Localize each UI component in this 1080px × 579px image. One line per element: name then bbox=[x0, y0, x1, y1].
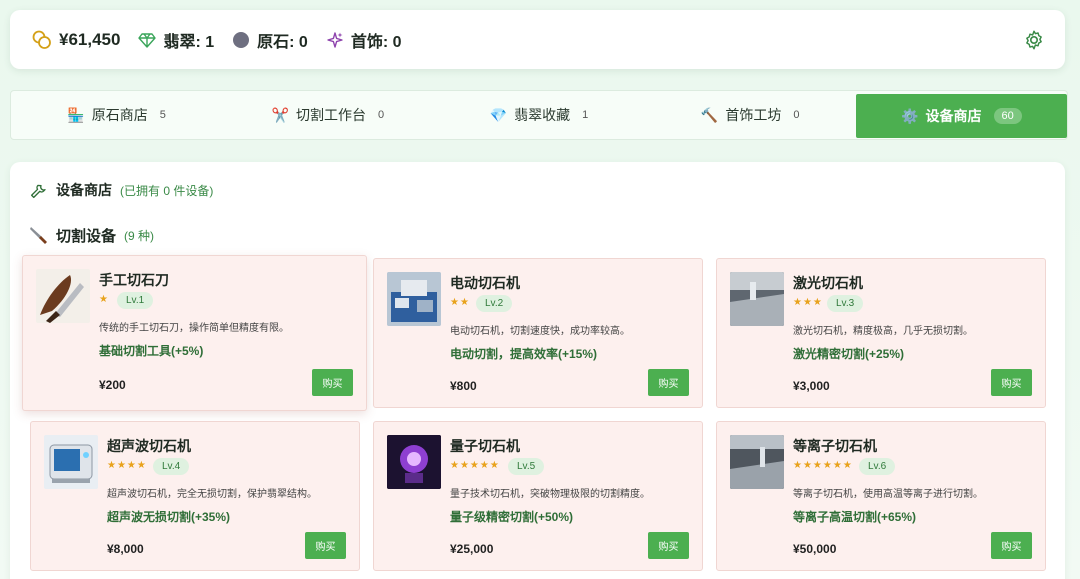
equipment-price: ¥200 bbox=[99, 378, 126, 392]
equipment-effect: 超声波无损切割(+35%) bbox=[107, 510, 231, 524]
equipment-description: 量子技术切石机，突破物理极限的切割精度。 bbox=[450, 489, 650, 500]
equipment-name: 超声波切石机 bbox=[107, 438, 191, 454]
equipment-price: ¥3,000 bbox=[793, 379, 830, 393]
equipment-effect: 量子级精密切割(+50%) bbox=[450, 510, 574, 524]
equipment-name: 量子切石机 bbox=[450, 438, 520, 454]
equipment-name: 激光切石机 bbox=[793, 275, 863, 291]
jewelry-count: 首饰: 0 bbox=[350, 33, 402, 51]
tab-jade-collection[interactable]: 💎 翡翠收藏 1 bbox=[433, 91, 644, 139]
equipment-card: 量子切石机 ★★★★★ Lv.5 量子技术切石机，突破物理极限的切割精度。 量子… bbox=[373, 421, 703, 571]
raw-stone-count: 原石: 0 bbox=[257, 33, 308, 51]
level-badge: Lv.1 bbox=[117, 292, 154, 309]
sparkle-icon bbox=[327, 31, 343, 48]
hammer-icon: 🔨 bbox=[700, 106, 719, 123]
jade-stat: 翡翠: 1 bbox=[138, 28, 214, 52]
tab-label: 设备商店 bbox=[925, 108, 982, 124]
owned-count: (已拥有 0 件设备) bbox=[120, 183, 214, 198]
equipment-price: ¥50,000 bbox=[793, 542, 837, 556]
buy-button[interactable]: 购买 bbox=[991, 369, 1032, 396]
tab-count: 60 bbox=[993, 108, 1022, 124]
tab-count: 0 bbox=[377, 109, 385, 121]
level-badge: Lv.4 bbox=[153, 458, 190, 475]
equipment-name: 手工切石刀 bbox=[99, 272, 169, 288]
equipment-description: 等离子切石机，使用高温等离子进行切割。 bbox=[793, 489, 983, 500]
buy-button[interactable]: 购买 bbox=[648, 369, 689, 396]
equipment-card: 电动切石机 ★★ Lv.2 电动切石机，切割速度快，成功率较高。 电动切割，提高… bbox=[373, 258, 703, 408]
jewelry-stat: 首饰: 0 bbox=[326, 28, 402, 52]
money-stat: ¥61,450 bbox=[32, 30, 120, 50]
stone-icon bbox=[233, 31, 250, 48]
rating-stars: ★★★ bbox=[793, 297, 823, 308]
section-header: 切割设备 (9 种) bbox=[28, 224, 154, 246]
raw-stone-stat: 原石: 0 bbox=[232, 28, 308, 52]
settings-button[interactable] bbox=[1023, 29, 1045, 51]
rating-stars: ★ bbox=[99, 294, 109, 305]
jade-count: 翡翠: 1 bbox=[163, 33, 215, 51]
gear-icon: ⚙️ bbox=[901, 107, 919, 124]
tab-stone-shop[interactable]: 🏪 原石商店 5 bbox=[11, 91, 222, 139]
level-badge: Lv.6 bbox=[859, 458, 896, 475]
equipment-shop-panel: 设备商店 (已拥有 0 件设备) 切割设备 (9 种) 手工切石刀 ★ Lv.1… bbox=[10, 162, 1065, 579]
ultrasonic-cutter-image bbox=[44, 435, 98, 489]
knife-icon bbox=[30, 227, 47, 244]
equipment-effect: 等离子高温切割(+65%) bbox=[793, 510, 917, 524]
equipment-effect: 激光精密切割(+25%) bbox=[793, 347, 905, 361]
section-title: 切割设备 bbox=[56, 227, 117, 245]
electric-cutter-image bbox=[387, 272, 441, 326]
level-badge: Lv.3 bbox=[827, 295, 864, 312]
rating-stars: ★★★★★★ bbox=[793, 460, 853, 471]
level-badge: Lv.5 bbox=[508, 458, 545, 475]
buy-button[interactable]: 购买 bbox=[648, 532, 689, 559]
buy-button[interactable]: 购买 bbox=[312, 369, 353, 396]
quantum-cutter-image bbox=[387, 435, 441, 489]
buy-button[interactable]: 购买 bbox=[991, 532, 1032, 559]
manual-knife-image bbox=[36, 269, 90, 323]
equipment-description: 电动切石机，切割速度快，成功率较高。 bbox=[450, 326, 630, 337]
equipment-card: 超声波切石机 ★★★★ Lv.4 超声波切石机，完全无损切割，保护翡翠结构。 超… bbox=[30, 421, 360, 571]
equipment-effect: 基础切割工具(+5%) bbox=[99, 344, 204, 358]
stats-bar: ¥61,450 翡翠: 1 原石: 0 首饰: 0 bbox=[10, 10, 1065, 69]
tab-equipment-shop[interactable]: ⚙️ 设备商店 60 bbox=[855, 94, 1068, 138]
jade-gem-icon bbox=[138, 32, 157, 48]
tab-label: 翡翠收藏 bbox=[514, 107, 571, 123]
tab-count: 1 bbox=[582, 109, 589, 121]
rating-stars: ★★★★ bbox=[107, 460, 147, 471]
rating-stars: ★★★★★ bbox=[450, 460, 500, 471]
plasma-cutter-image bbox=[730, 435, 784, 489]
equipment-card: 手工切石刀 ★ Lv.1 传统的手工切石刀，操作简单但精度有限。 基础切割工具(… bbox=[22, 255, 367, 411]
tab-label: 原石商店 bbox=[91, 107, 148, 123]
equipment-effect: 电动切割，提高效率(+15%) bbox=[450, 347, 598, 361]
equipment-description: 超声波切石机，完全无损切割，保护翡翠结构。 bbox=[107, 489, 317, 500]
equipment-price: ¥8,000 bbox=[107, 542, 144, 556]
tab-label: 切割工作台 bbox=[295, 107, 366, 123]
shop-icon: 🏪 bbox=[67, 106, 85, 123]
equipment-description: 激光切石机，精度极高，几乎无损切割。 bbox=[793, 326, 973, 337]
tab-count: 5 bbox=[159, 109, 166, 121]
money-value: ¥61,450 bbox=[59, 29, 121, 49]
gem-icon: 💎 bbox=[489, 106, 508, 123]
wrench-icon bbox=[30, 184, 46, 199]
tab-count: 0 bbox=[793, 109, 800, 121]
equipment-price: ¥25,000 bbox=[450, 542, 494, 556]
equipment-description: 传统的手工切石刀，操作简单但精度有限。 bbox=[99, 323, 289, 334]
rating-stars: ★★ bbox=[450, 297, 470, 308]
scissors-icon: ✂️ bbox=[271, 106, 289, 123]
main-tabs: 🏪 原石商店 5 ✂️ 切割工作台 0 💎 翡翠收藏 1 🔨 首饰工坊 0 ⚙️… bbox=[10, 90, 1068, 140]
equipment-card: 激光切石机 ★★★ Lv.3 激光切石机，精度极高，几乎无损切割。 激光精密切割… bbox=[716, 258, 1046, 408]
equipment-card: 等离子切石机 ★★★★★★ Lv.6 等离子切石机，使用高温等离子进行切割。 等… bbox=[716, 421, 1046, 571]
laser-cutter-image bbox=[730, 272, 784, 326]
level-badge: Lv.2 bbox=[476, 295, 513, 312]
equipment-price: ¥800 bbox=[450, 379, 477, 393]
gear-icon bbox=[1026, 30, 1042, 50]
panel-title: 设备商店 bbox=[56, 182, 112, 198]
buy-button[interactable]: 购买 bbox=[305, 532, 346, 559]
tab-jewelry-workshop[interactable]: 🔨 首饰工坊 0 bbox=[645, 91, 856, 139]
section-count: (9 种) bbox=[124, 228, 155, 243]
tab-cutting-bench[interactable]: ✂️ 切割工作台 0 bbox=[222, 91, 433, 139]
coins-icon bbox=[32, 30, 51, 49]
tab-label: 首饰工坊 bbox=[725, 107, 782, 123]
panel-header: 设备商店 (已拥有 0 件设备) bbox=[30, 180, 213, 200]
equipment-name: 等离子切石机 bbox=[793, 438, 877, 454]
equipment-name: 电动切石机 bbox=[450, 275, 520, 291]
